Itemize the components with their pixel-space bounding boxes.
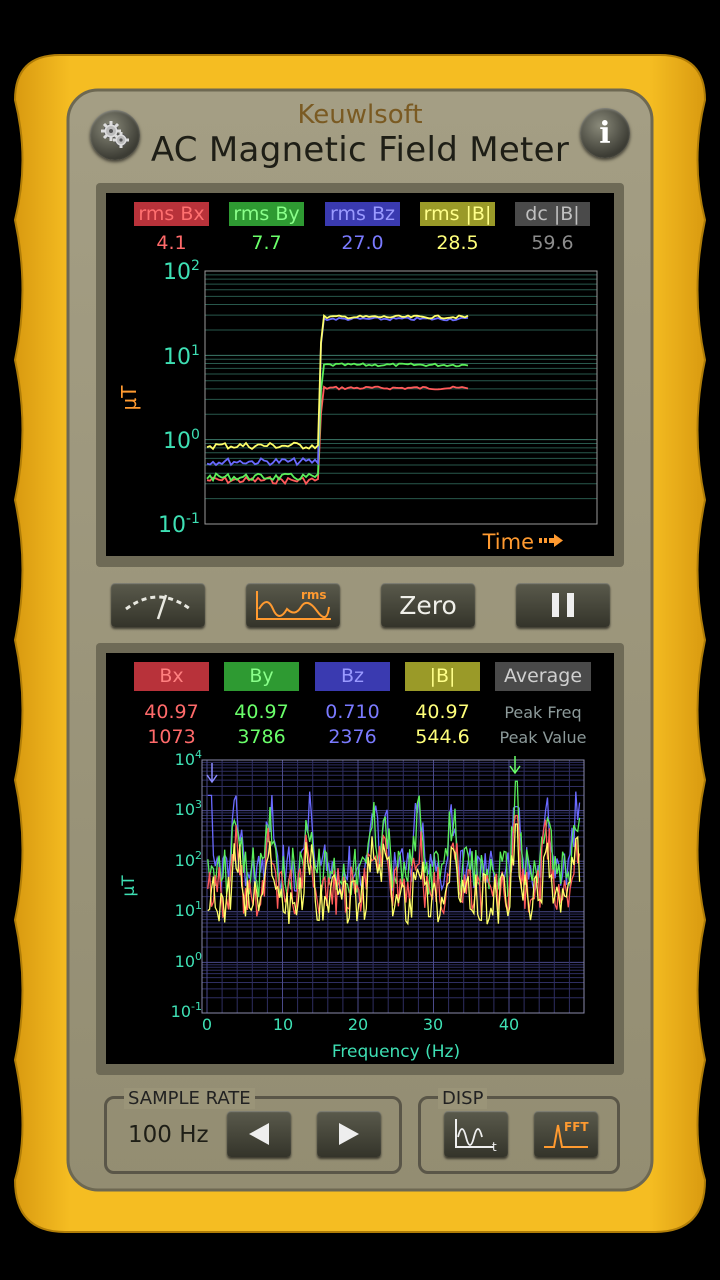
fft-y-tick-1e1: 101 xyxy=(175,899,202,920)
svg-text:FFT: FFT xyxy=(564,1120,589,1134)
rms-graph-icon: rms xyxy=(256,588,331,620)
fft-x-axis-label: Frequency (Hz) xyxy=(332,1042,460,1062)
zero-button[interactable]: Zero xyxy=(381,583,475,627)
rms-time-panel: rms Bx rms By rms Bz rms |B| dc |B| 4.1 … xyxy=(106,193,614,556)
trace-rms-bx xyxy=(206,385,469,486)
info-icon: i xyxy=(599,115,611,151)
y-tick-1e0: 100 xyxy=(163,427,200,454)
sample-rate-title: SAMPLE RATE xyxy=(124,1088,255,1109)
fft-spectrum-graph: 104 103 102 101 100 10-1 0 10 20 30 40 F… xyxy=(119,748,585,1062)
top-x-axis-label: Time xyxy=(482,530,534,554)
fft-y-tick-1e0: 100 xyxy=(175,950,202,971)
fft-x-tick-40: 40 xyxy=(499,1015,519,1034)
zero-button-label: Zero xyxy=(399,590,457,620)
fft-y-tick-1e-1: 10-1 xyxy=(171,1000,202,1021)
svg-text:t: t xyxy=(492,1140,497,1153)
fft-graph-icon: FFT xyxy=(544,1120,589,1148)
fft-x-tick-0: 0 xyxy=(202,1015,212,1034)
fft-y-tick-1e3: 103 xyxy=(175,798,202,819)
device-case xyxy=(13,54,707,1233)
time-graph-icon: t xyxy=(455,1119,497,1153)
fft-mode-button[interactable]: FFT xyxy=(534,1111,598,1157)
svg-text:rms: rms xyxy=(301,588,327,602)
y-tick-1e1: 101 xyxy=(163,343,200,370)
fft-x-tick-20: 20 xyxy=(348,1015,368,1034)
time-arrow-icon xyxy=(539,534,563,547)
y-tick-1e-1: 10-1 xyxy=(158,511,200,538)
sample-rate-prev-button[interactable] xyxy=(227,1111,291,1157)
fft-x-tick-10: 10 xyxy=(273,1015,293,1034)
meter-view-button[interactable] xyxy=(111,583,205,627)
pause-icon xyxy=(552,593,574,617)
trace-rms-b xyxy=(206,313,469,451)
time-mode-button[interactable]: t xyxy=(444,1111,508,1157)
arrow-right-icon xyxy=(339,1123,359,1145)
fft-y-tick-1e4: 104 xyxy=(175,748,202,769)
pause-button[interactable] xyxy=(516,583,610,627)
fft-panel: Bx By Bz |B| Average 40.97 40.97 0.710 4… xyxy=(106,653,614,1064)
sample-rate-next-button[interactable] xyxy=(317,1111,381,1157)
sample-rate-value: 100 Hz xyxy=(128,1122,209,1148)
arrow-left-icon xyxy=(249,1123,269,1145)
rms-view-button[interactable]: rms xyxy=(246,583,340,627)
fft-y-axis-label: µT xyxy=(119,875,139,897)
display-title: DISP xyxy=(438,1088,488,1109)
rms-time-graph: 102 101 100 10-1 µT Time xyxy=(117,258,598,554)
analog-meter-icon xyxy=(125,594,191,620)
info-button[interactable]: i xyxy=(580,108,630,158)
y-tick-1e2: 102 xyxy=(163,258,200,285)
fft-x-tick-30: 30 xyxy=(423,1015,443,1034)
peak-marker-bz xyxy=(206,763,218,784)
fft-y-tick-1e2: 102 xyxy=(175,849,202,870)
top-y-axis-label: µT xyxy=(117,385,141,411)
